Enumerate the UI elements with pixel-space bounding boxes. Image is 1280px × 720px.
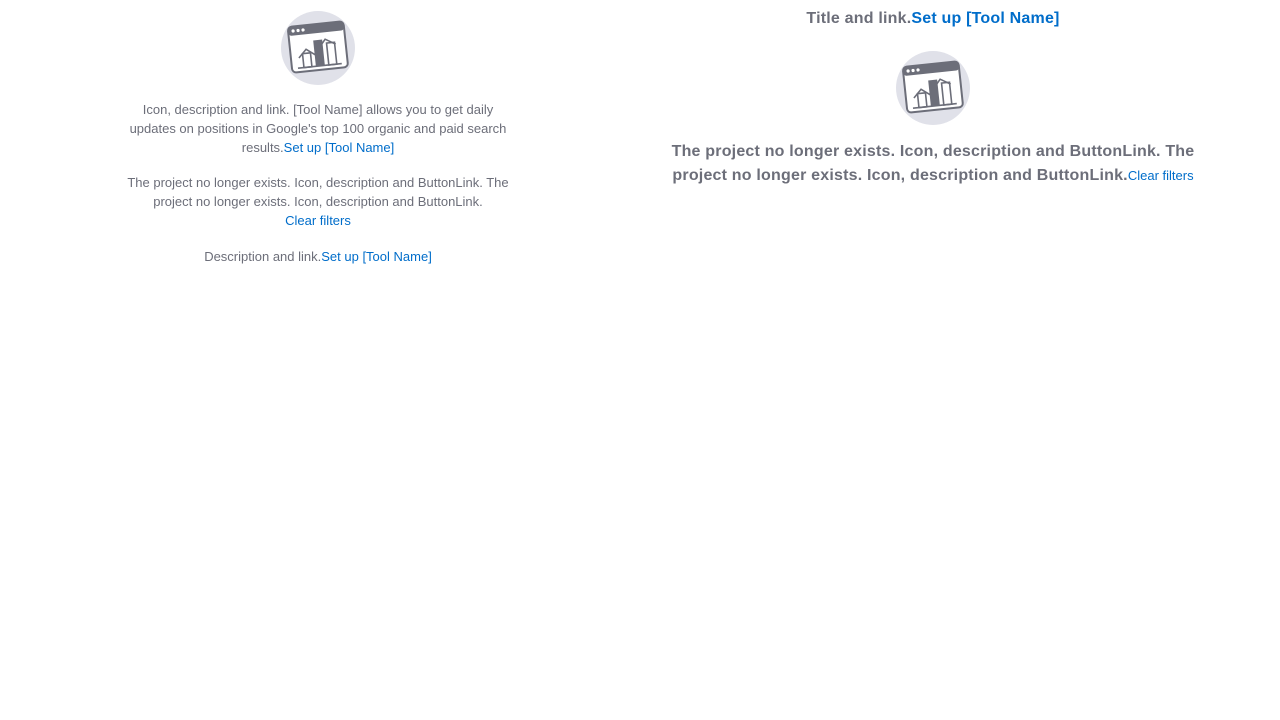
description-text: Description and link.: [204, 249, 322, 264]
description-with-link-block: Icon, description and link. [Tool Name] …: [118, 100, 518, 157]
empty-states-page: Icon, description and link. [Tool Name] …: [0, 0, 1280, 720]
description-and-link-block: Description and link.Set up [Tool Name]: [118, 247, 518, 266]
left-empty-state-column: Icon, description and link. [Tool Name] …: [118, 8, 518, 266]
clear-filters-link[interactable]: Clear filters: [285, 213, 351, 228]
right-empty-state-column: Title and link.Set up [Tool Name] The pr…: [643, 8, 1223, 188]
title-text: Title and link.: [806, 10, 912, 27]
description-text: The project no longer exists. Icon, desc…: [127, 175, 509, 209]
browser-chart-illustration-icon: [281, 11, 355, 85]
set-up-tool-link[interactable]: Set up [Tool Name]: [321, 249, 432, 264]
set-up-tool-link[interactable]: Set up [Tool Name]: [284, 140, 395, 155]
project-missing-block: The project no longer exists. Icon, desc…: [118, 173, 518, 230]
browser-chart-illustration-icon: [896, 51, 970, 125]
clear-filters-link[interactable]: Clear filters: [1128, 168, 1194, 183]
description-text: The project no longer exists. Icon, desc…: [671, 143, 1195, 184]
project-missing-block: The project no longer exists. Icon, desc…: [643, 140, 1223, 188]
empty-state-title: Title and link.Set up [Tool Name]: [643, 8, 1223, 30]
set-up-tool-link[interactable]: Set up [Tool Name]: [911, 10, 1059, 27]
